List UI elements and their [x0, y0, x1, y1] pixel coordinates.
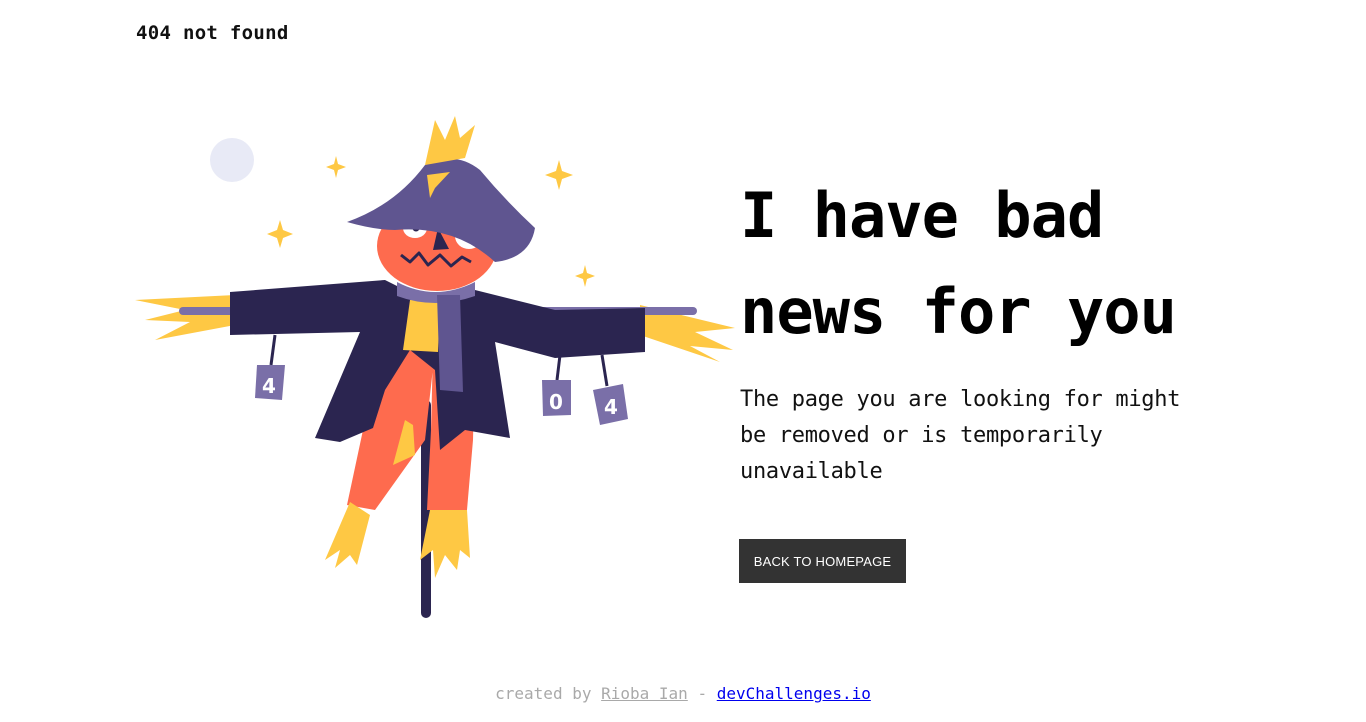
footer-prefix: created by	[495, 684, 592, 703]
footer-separator: -	[697, 684, 708, 703]
headline: I have bad news for you	[740, 168, 1300, 360]
author-link[interactable]: Rioba Ian	[601, 684, 688, 703]
description-text: The page you are looking for might be re…	[740, 387, 1181, 484]
page-title: 404 not found	[136, 22, 289, 44]
headline-line-2: news for you	[740, 275, 1177, 348]
can-digit-3: 4	[604, 395, 618, 419]
scarecrow-illustration: 4 0 4	[135, 116, 735, 618]
devchallenges-link[interactable]: devChallenges.io	[717, 684, 871, 703]
back-to-homepage-button[interactable]: BACK TO HOMEPAGE	[739, 539, 906, 583]
moon-icon	[210, 138, 254, 182]
can-digit-2: 0	[549, 390, 563, 414]
footer: created by Rioba Ian - devChallenges.io	[0, 684, 1366, 703]
headline-line-1: I have bad	[740, 179, 1104, 252]
can-digit-1: 4	[262, 374, 276, 398]
